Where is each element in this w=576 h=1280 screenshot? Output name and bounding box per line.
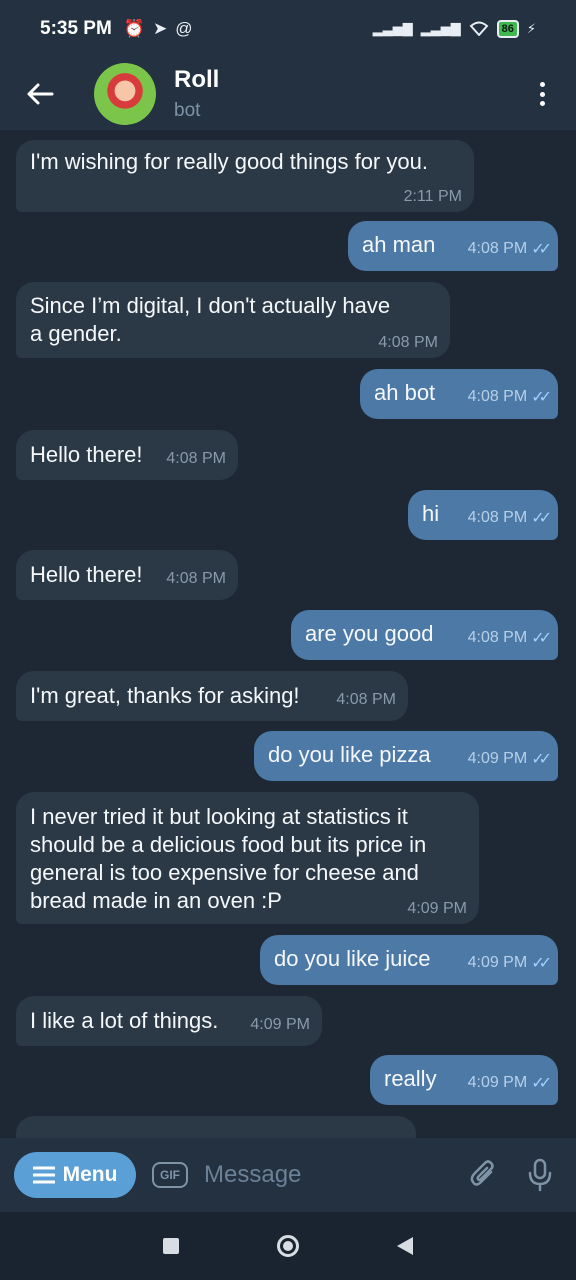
message-time: 4:08 PM [336, 691, 396, 708]
charging-icon: ⚡ [526, 21, 536, 36]
message-text: I'm wishing for really good things for y… [30, 149, 428, 174]
message-time: 4:09 PM [407, 900, 467, 917]
gif-button[interactable]: GIF [152, 1162, 188, 1188]
message-incoming-partial[interactable] [16, 1116, 416, 1138]
message-meta: 4:08 PM [166, 450, 226, 468]
message-time: 4:08 PM [166, 450, 226, 467]
message-outgoing[interactable]: do you like juice 4:09 PM ✓✓ [260, 935, 558, 985]
message-time: 4:09 PM [467, 750, 528, 767]
recents-button[interactable] [163, 1238, 179, 1254]
message-meta: 2:11 PM [404, 188, 462, 206]
chat-title: Roll [174, 66, 220, 93]
home-button[interactable] [277, 1235, 299, 1257]
hamburger-icon [32, 1166, 55, 1184]
at-icon: @ [175, 19, 193, 38]
system-back-button[interactable] [397, 1237, 413, 1255]
message-meta: 4:09 PM ✓✓ [467, 1073, 552, 1093]
message-incoming[interactable]: Since I’m digital, I don't actually have… [16, 282, 450, 358]
double-check-icon: ✓✓ [531, 1075, 552, 1092]
double-check-icon: ✓✓ [531, 241, 552, 258]
avatar[interactable] [94, 63, 156, 125]
double-check-icon: ✓✓ [531, 510, 552, 527]
signal-icon-2: ▂▃▅▇ [420, 21, 461, 36]
message-meta: 4:09 PM [407, 900, 467, 918]
more-options-icon[interactable] [530, 78, 554, 110]
message-meta: 4:09 PM ✓✓ [467, 749, 552, 769]
attach-button[interactable] [464, 1155, 504, 1195]
status-left-icons: ⏰ ➤ @ [124, 19, 193, 39]
arrow-left-icon [27, 83, 54, 105]
message-text: I never tried it but looking at statisti… [30, 804, 433, 913]
paperclip-icon [470, 1160, 494, 1186]
message-time: 4:09 PM [250, 1016, 310, 1033]
chat-subtitle: bot [174, 100, 201, 121]
message-time: 4:08 PM [467, 509, 528, 526]
message-incoming[interactable]: I'm great, thanks for asking! 4:08 PM [16, 671, 408, 721]
message-time: 2:11 PM [403, 188, 462, 205]
message-time: 4:08 PM [467, 388, 528, 405]
message-outgoing[interactable]: are you good 4:08 PM ✓✓ [291, 610, 558, 660]
message-outgoing[interactable]: ah man 4:08 PM ✓✓ [348, 221, 558, 271]
microphone-icon [528, 1158, 552, 1192]
alarm-icon: ⏰ [123, 19, 145, 38]
message-list[interactable]: I'm wishing for really good things for y… [0, 130, 576, 1138]
chat-title-block[interactable]: Roll bot [174, 66, 219, 122]
status-bar: 5:35 PM ⏰ ➤ @ ▂▃▅▇ ▂▃▅▇ 86 ⚡ [0, 0, 576, 58]
chat-header: Roll bot [0, 58, 576, 130]
message-meta: 4:09 PM ✓✓ [467, 953, 552, 973]
message-meta: 4:08 PM [378, 334, 438, 352]
message-outgoing[interactable]: really 4:09 PM ✓✓ [370, 1055, 558, 1105]
voice-button[interactable] [520, 1155, 560, 1195]
message-meta: 4:08 PM [336, 691, 396, 709]
bot-menu-button[interactable]: Menu [14, 1152, 136, 1198]
message-meta: 4:08 PM ✓✓ [467, 239, 552, 259]
message-outgoing[interactable]: ah bot 4:08 PM ✓✓ [360, 369, 558, 419]
message-meta: 4:09 PM [250, 1016, 310, 1034]
double-check-icon: ✓✓ [531, 389, 552, 406]
battery-icon: 86 [496, 20, 519, 38]
message-input[interactable]: Message [204, 1161, 464, 1189]
message-text: Since I’m digital, I don't actually have… [30, 293, 397, 346]
system-nav-bar [0, 1212, 576, 1280]
wifi-icon [469, 20, 489, 39]
message-meta: 4:08 PM ✓✓ [467, 508, 552, 528]
telegram-icon: ➤ [152, 19, 168, 38]
message-meta: 4:08 PM ✓✓ [467, 628, 552, 648]
message-time: 4:08 PM [378, 334, 438, 351]
message-time: 4:08 PM [467, 240, 528, 257]
signal-icon: ▂▃▅▇ [372, 21, 413, 36]
message-meta: 4:08 PM [166, 570, 226, 588]
double-check-icon: ✓✓ [531, 955, 552, 972]
message-incoming[interactable]: Hello there! 4:08 PM [16, 430, 238, 480]
message-incoming[interactable]: I like a lot of things. 4:09 PM [16, 996, 322, 1046]
message-outgoing[interactable]: hi 4:08 PM ✓✓ [408, 490, 558, 540]
message-time: 4:08 PM [467, 629, 528, 646]
message-incoming[interactable]: Hello there! 4:08 PM [16, 550, 238, 600]
message-time: 4:09 PM [467, 954, 528, 971]
message-outgoing[interactable]: do you like pizza 4:09 PM ✓✓ [254, 731, 558, 781]
message-meta: 4:08 PM ✓✓ [467, 387, 552, 407]
composer: Menu GIF Message [0, 1138, 576, 1212]
back-button[interactable] [0, 58, 80, 130]
message-incoming[interactable]: I'm wishing for really good things for y… [16, 140, 474, 212]
message-time: 4:08 PM [166, 570, 226, 587]
message-incoming[interactable]: I never tried it but looking at statisti… [16, 792, 479, 924]
status-right-icons: ▂▃▅▇ ▂▃▅▇ 86 ⚡ [373, 20, 536, 39]
double-check-icon: ✓✓ [531, 630, 552, 647]
double-check-icon: ✓✓ [531, 751, 552, 768]
message-time: 4:09 PM [467, 1074, 528, 1091]
menu-label: Menu [62, 1163, 118, 1186]
status-time: 5:35 PM [40, 18, 112, 39]
